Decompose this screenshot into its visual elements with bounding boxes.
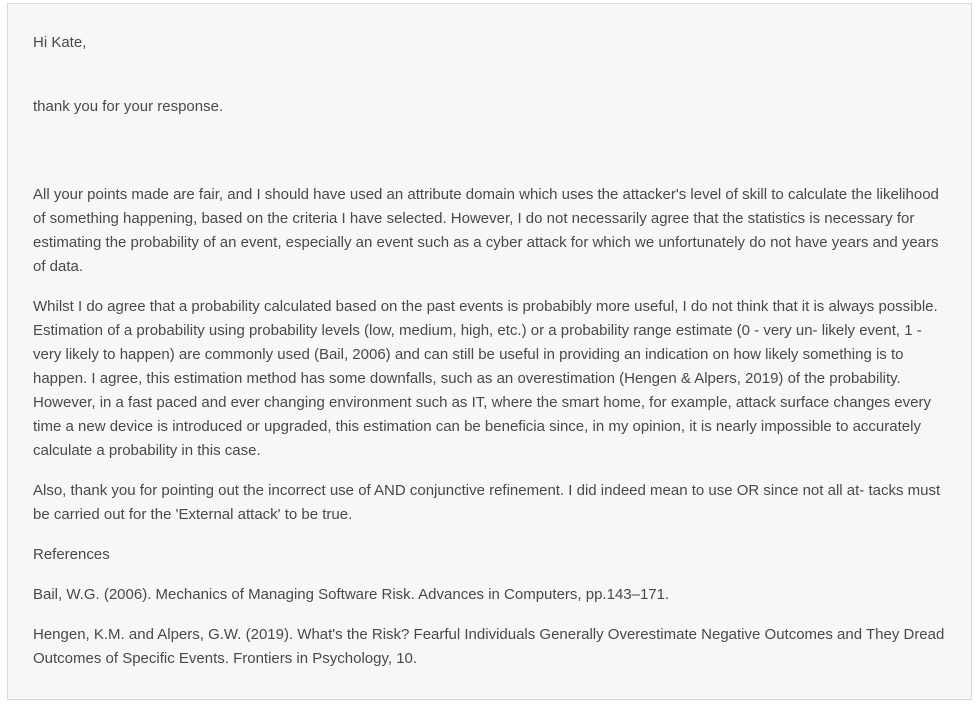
body-paragraph: Also, thank you for pointing out the inc…	[33, 482, 941, 523]
body-paragraph: Whilst I do agree that a probability cal…	[33, 298, 938, 459]
reference-item: Bail, W.G. (2006). Mechanics of Managing…	[33, 586, 670, 603]
message-body: Hi Kate, thank you for your response. Al…	[7, 3, 972, 700]
thanks-text: thank you for your response.	[33, 98, 224, 115]
greeting-text: Hi Kate,	[33, 34, 87, 51]
references-heading: References	[33, 546, 110, 563]
body-paragraph: All your points made are fair, and I sho…	[33, 186, 939, 275]
reference-item: Hengen, K.M. and Alpers, G.W. (2019). Wh…	[33, 626, 945, 667]
